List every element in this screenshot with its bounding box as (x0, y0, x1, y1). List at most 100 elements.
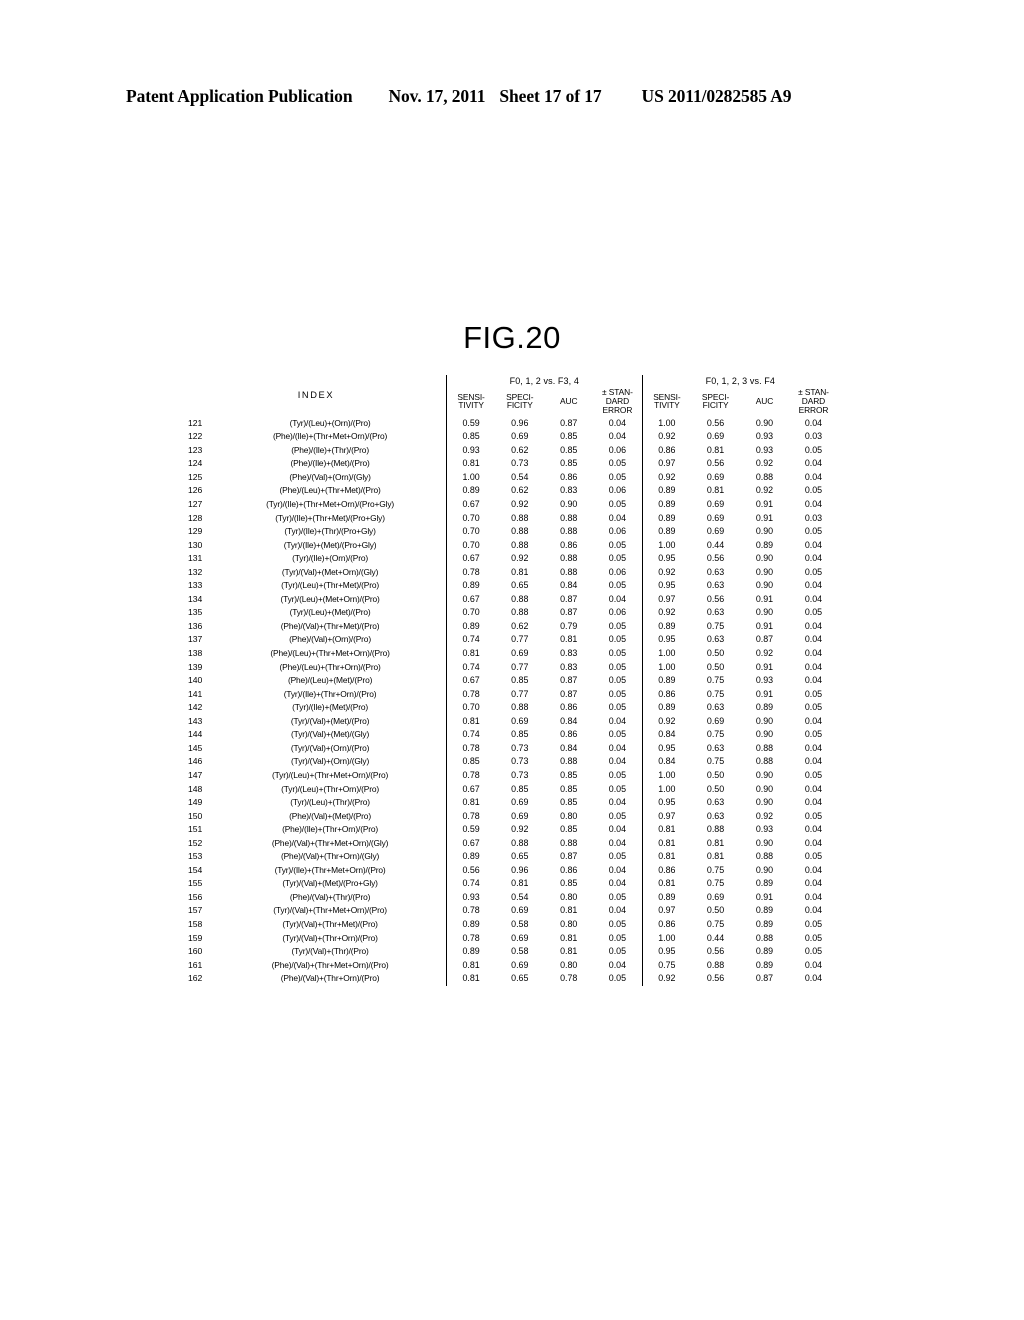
cell-group2-col1: 0.97 (641, 904, 692, 918)
row-number: 144 (188, 729, 203, 740)
sheet-number: Sheet 17 of 17 (499, 86, 602, 106)
row-number: 149 (188, 797, 203, 808)
cell-group2-col3: 0.88 (755, 742, 774, 753)
cell-group1-col4: 0.05 (608, 634, 627, 645)
row-number: 162 (188, 973, 203, 984)
row-index-formula: (Phe)/(Val)+(Thr+Met+Orn)/(Gly) (271, 837, 389, 848)
cell-group1-col3: 0.86 (560, 471, 578, 482)
cell-group1-col2: 0.54 (511, 471, 529, 482)
cell-group2-col2: 0.81 (706, 837, 725, 848)
row-number: 142 (188, 702, 203, 713)
cell-group2-col4: 0.04 (804, 837, 823, 848)
sensitivity-line2: TIVITY (458, 400, 484, 411)
cell-group1-col3: 0.85 (560, 783, 578, 794)
cell-group2-col4: 0.04 (804, 756, 823, 767)
cell-group2-col4: 0.04 (804, 824, 823, 835)
cell-group2-col4: 0.05 (804, 932, 823, 943)
cell-group2-col4: 0.05 (804, 729, 823, 740)
cell-group1-col4: 0.04 (608, 837, 627, 848)
row-index-formula: (Phe)/(Val)+(Thr+Orn)/(Gly) (280, 851, 380, 862)
cell-group1-col3: 0.81 (560, 946, 578, 957)
cell-group1-col3: 0.83 (560, 661, 578, 672)
cell-group2-col2: 0.75 (706, 675, 725, 686)
row-index-formula: (Phe)/(Leu)+(Thr+Met)/(Pro) (279, 485, 381, 496)
cell-group1-col4: 0.06 (608, 526, 627, 537)
table-row: 121 (Tyr)/(Leu)+(Orn)/(Pro) 0.59 0.96 0.87 0.… (186, 416, 838, 431)
row-number: 155 (188, 878, 203, 889)
row-number: 127 (188, 499, 203, 510)
cell-group2-col1: 0.89 (641, 674, 692, 688)
stderr2-line3: ERROR (798, 404, 829, 415)
table-row: 129 (Tyr)/(Ile)+(Thr)/(Pro+Gly) 0.70 0.88 0.… (186, 525, 838, 539)
cell-group2-col4: 0.03 (804, 431, 823, 442)
cell-group2-col2: 0.50 (706, 783, 725, 794)
cell-group1-col1: 0.70 (445, 701, 496, 715)
cell-group2-col2: 0.56 (706, 593, 725, 604)
table-row: 153 (Phe)/(Val)+(Thr+Orn)/(Gly) 0.89 0.65 0.… (186, 850, 838, 864)
cell-group1-col1: 0.67 (445, 552, 496, 566)
cell-group1-col4: 0.04 (608, 593, 627, 604)
cell-group1-col2: 0.69 (511, 715, 529, 726)
cell-group2-col2: 0.63 (706, 566, 725, 577)
cell-group2-col3: 0.90 (755, 526, 774, 537)
column-header-sensitivity-2: SENSI- TIVITY (641, 387, 692, 417)
table-row: 160 (Tyr)/(Val)+(Thr)/(Pro) 0.89 0.58 0.81 0.… (186, 945, 838, 959)
table-row: 128 (Tyr)/(Ile)+(Thr+Met)/(Pro+Gly) 0.70 0.… (186, 511, 838, 526)
cell-group2-col2: 0.56 (706, 973, 725, 984)
cell-group2-col2: 0.63 (706, 810, 725, 821)
specificity-line2: FICITY (506, 400, 533, 411)
cell-group1-col1: 1.00 (445, 470, 496, 485)
table-row: 131 (Tyr)/(Ile)+(Orn)/(Pro) 0.67 0.92 0.88 0.… (186, 552, 838, 566)
cell-group2-col3: 0.88 (755, 851, 774, 862)
cell-group2-col2: 0.69 (706, 471, 725, 482)
cell-group1-col2: 0.92 (511, 824, 529, 835)
row-index-formula: (Phe)/(Ile)+(Thr+Met+Orn)/(Pro) (272, 431, 388, 442)
cell-group1-col3: 0.85 (560, 769, 578, 780)
row-index-formula: (Phe)/(Val)+(Thr)/(Pro) (289, 891, 371, 902)
cell-group2-col3: 0.88 (755, 756, 774, 767)
row-number: 157 (188, 905, 203, 916)
cell-group2-col1: 0.95 (641, 552, 692, 566)
cell-group1-col2: 0.69 (511, 932, 529, 943)
cell-group2-col2: 0.75 (706, 864, 725, 875)
cell-group2-col2: 0.56 (706, 458, 725, 469)
table-header-group-row: INDEX F0, 1, 2 vs. F3, 4 F0, 1, 2, 3 vs.… (186, 375, 838, 400)
cell-group1-col4: 0.05 (608, 918, 627, 929)
row-number: 125 (188, 471, 203, 482)
cell-group2-col4: 0.04 (804, 553, 823, 564)
table-head: INDEX F0, 1, 2 vs. F3, 4 F0, 1, 2, 3 vs.… (186, 375, 838, 417)
cell-group1-col2: 0.77 (511, 661, 529, 672)
cell-group2-col2: 0.56 (706, 417, 725, 428)
cell-group2-col4: 0.04 (804, 959, 823, 970)
cell-group1-col3: 0.81 (560, 905, 578, 916)
cell-group2-col1: 1.00 (641, 931, 692, 946)
cell-group1-col3: 0.87 (560, 675, 578, 686)
cell-group1-col3: 0.85 (560, 431, 578, 442)
column-header-index: INDEX (297, 389, 335, 400)
cell-group1-col2: 0.58 (511, 946, 529, 957)
cell-group2-col3: 0.91 (755, 661, 774, 672)
cell-group2-col4: 0.03 (804, 512, 823, 523)
cell-group2-col4: 0.04 (804, 891, 823, 902)
cell-group1-col1: 0.78 (445, 565, 496, 580)
cell-group1-col1: 0.93 (445, 890, 496, 905)
cell-group2-col2: 0.63 (706, 607, 725, 618)
cell-group2-col2: 0.88 (706, 824, 725, 835)
cell-group2-col1: 0.92 (641, 430, 692, 444)
cell-group2-col1: 0.86 (641, 443, 692, 458)
cell-group2-col3: 0.89 (755, 946, 774, 957)
cell-group2-col2: 0.69 (706, 891, 725, 902)
cell-group2-col2: 0.44 (706, 932, 725, 943)
cell-group2-col4: 0.04 (804, 783, 823, 794)
cell-group1-col1: 0.67 (445, 498, 496, 512)
cell-group2-col3: 0.88 (755, 471, 774, 482)
cell-group1-col4: 0.04 (608, 824, 627, 835)
page-header: Patent Application Publication Nov. 17, … (126, 86, 898, 107)
cell-group1-col3: 0.83 (560, 648, 578, 659)
cell-group1-col2: 0.73 (511, 769, 529, 780)
cell-group1-col2: 0.65 (511, 973, 529, 984)
cell-group2-col3: 0.90 (755, 837, 774, 848)
cell-group1-col3: 0.87 (560, 688, 578, 699)
table-row: 159 (Tyr)/(Val)+(Thr+Orn)/(Pro) 0.78 0.69 0.… (186, 931, 838, 946)
row-number: 137 (188, 634, 203, 645)
